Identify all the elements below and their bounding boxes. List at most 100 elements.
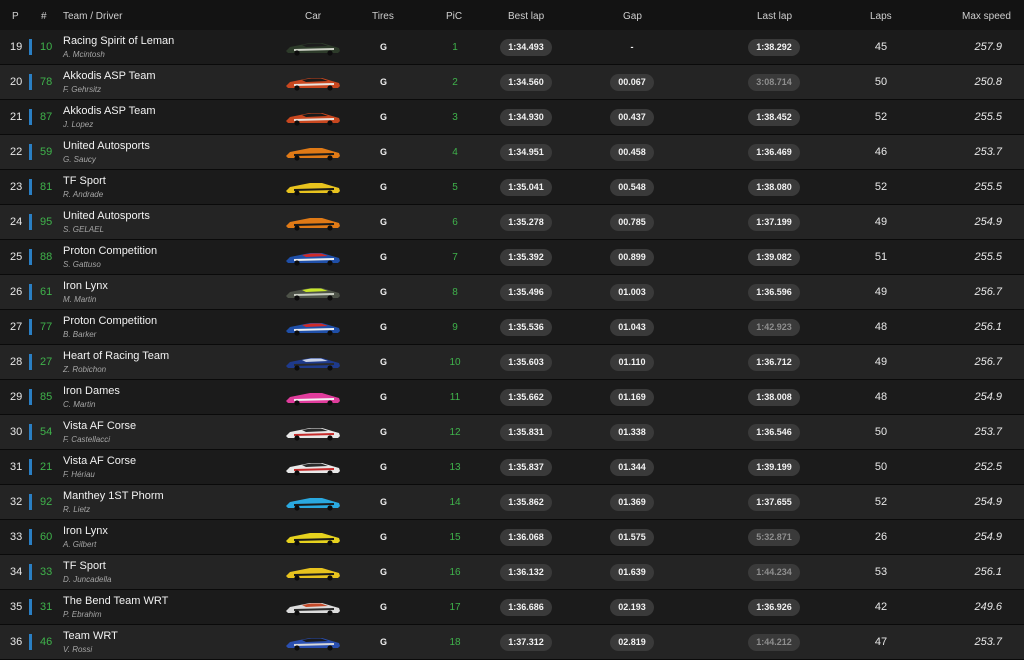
team-name[interactable]: United Autosports (63, 210, 150, 222)
driver-name[interactable]: J. Lopez (63, 120, 93, 129)
team-name[interactable]: The Bend Team WRT (63, 595, 168, 607)
max-speed: 256.7 (974, 356, 1002, 368)
team-name[interactable]: Akkodis ASP Team (63, 105, 156, 117)
driver-name[interactable]: S. GELAEL (63, 225, 104, 234)
header-laps[interactable]: Laps (870, 11, 892, 22)
table-row[interactable]: 26 61 Iron Lynx M. Martin G 8 1:35.496 01.003 1:… (0, 275, 1024, 310)
table-row[interactable]: 32 92 Manthey 1ST Phorm R. Lietz G 14 1:35.862… (0, 485, 1024, 520)
last-lap: 1:39.082 (748, 249, 800, 266)
team-name[interactable]: United Autosports (63, 140, 150, 152)
tire-compound: G (380, 392, 388, 402)
driver-name[interactable]: A. Gilbert (63, 540, 96, 549)
last-lap: 1:38.008 (748, 389, 800, 406)
table-row[interactable]: 24 95 United Autosports S. GELAEL G 6 1:35.278… (0, 205, 1024, 240)
header-team-driver[interactable]: Team / Driver (63, 11, 122, 22)
header-position[interactable]: P (12, 11, 19, 22)
table-row[interactable]: 36 46 Team WRT V. Rossi G 18 1:37.312 02.819 1:4… (0, 625, 1024, 660)
table-row[interactable]: 31 21 Vista AF Corse F. Hériau G 13 1:35.837 01… (0, 450, 1024, 485)
team-name[interactable]: Vista AF Corse (63, 455, 136, 467)
team-name[interactable]: Iron Lynx (63, 280, 108, 292)
team-name[interactable]: Heart of Racing Team (63, 350, 169, 362)
header-car[interactable]: Car (305, 11, 321, 22)
team-name[interactable]: Iron Dames (63, 385, 120, 397)
team-name[interactable]: Iron Lynx (63, 525, 108, 537)
header-last-lap[interactable]: Last lap (757, 11, 792, 22)
header-number[interactable]: # (41, 11, 47, 22)
driver-name[interactable]: C. Martin (63, 400, 95, 409)
driver-name[interactable]: R. Andrade (63, 190, 103, 199)
table-row[interactable]: 28 27 Heart of Racing Team Z. Robichon G 10 1:… (0, 345, 1024, 380)
team-name[interactable]: Racing Spirit of Leman (63, 35, 174, 47)
table-row[interactable]: 20 78 Akkodis ASP Team F. Gehrsitz G 2 1:34.56… (0, 65, 1024, 100)
team-name[interactable]: Proton Competition (63, 245, 157, 257)
tire-compound: G (380, 252, 388, 262)
header-gap[interactable]: Gap (623, 11, 642, 22)
position-in-class: 4 (452, 147, 458, 158)
driver-name[interactable]: R. Lietz (63, 505, 90, 514)
class-indicator (29, 634, 32, 650)
team-name[interactable]: Akkodis ASP Team (63, 70, 156, 82)
position: 21 (10, 111, 23, 123)
driver-name[interactable]: F. Gehrsitz (63, 85, 101, 94)
table-row[interactable]: 21 87 Akkodis ASP Team J. Lopez G 3 1:34.930 00… (0, 100, 1024, 135)
driver-name[interactable]: Z. Robichon (63, 365, 106, 374)
header-best-lap[interactable]: Best lap (508, 11, 544, 22)
position: 27 (10, 321, 23, 333)
position: 20 (10, 76, 23, 88)
driver-name[interactable]: F. Hériau (63, 470, 95, 479)
driver-name[interactable]: D. Juncadella (63, 575, 111, 584)
table-row[interactable]: 23 81 TF Sport R. Andrade G 5 1:35.041 00.548 1:… (0, 170, 1024, 205)
table-row[interactable]: 29 85 Iron Dames C. Martin G 11 1:35.662 01.169… (0, 380, 1024, 415)
best-lap: 1:35.536 (500, 319, 552, 336)
laps: 51 (874, 251, 888, 263)
max-speed: 256.1 (974, 321, 1002, 333)
laps: 50 (874, 461, 888, 473)
best-lap: 1:35.496 (500, 284, 552, 301)
driver-name[interactable]: V. Rossi (63, 645, 92, 654)
table-row[interactable]: 35 31 The Bend Team WRT P. Ebrahim G 17 1:36.6… (0, 590, 1024, 625)
car-number: 81 (40, 181, 53, 193)
header-tires[interactable]: Tires (372, 11, 394, 22)
team-name[interactable]: Proton Competition (63, 315, 157, 327)
driver-name[interactable]: F. Castellacci (63, 435, 110, 444)
table-row[interactable]: 34 33 TF Sport D. Juncadella G 16 1:36.132 01.6… (0, 555, 1024, 590)
table-row[interactable]: 30 54 Vista AF Corse F. Castellacci G 12 1:35.… (0, 415, 1024, 450)
gap: - (630, 42, 634, 52)
gap: 01.639 (610, 564, 654, 581)
table-row[interactable]: 27 77 Proton Competition B. Barker G 9 1:35.53… (0, 310, 1024, 345)
tire-compound: G (380, 42, 388, 52)
max-speed: 253.7 (974, 426, 1002, 438)
team-name[interactable]: Manthey 1ST Phorm (63, 490, 164, 502)
driver-name[interactable]: P. Ebrahim (63, 610, 102, 619)
table-row[interactable]: 25 88 Proton Competition S. Gattuso G 7 1:35.3… (0, 240, 1024, 275)
driver-name[interactable]: M. Martin (63, 295, 96, 304)
table-row[interactable]: 19 10 Racing Spirit of Leman A. Mcintosh G 1 1… (0, 30, 1024, 65)
max-speed: 256.1 (974, 566, 1002, 578)
team-name[interactable]: TF Sport (63, 175, 106, 187)
header-pic[interactable]: PiC (446, 11, 462, 22)
car-number: 27 (40, 356, 53, 368)
gap: 01.575 (610, 529, 654, 546)
gap: 00.899 (610, 249, 654, 266)
max-speed: 255.5 (974, 111, 1002, 123)
team-name[interactable]: Team WRT (63, 630, 118, 642)
last-lap: 5:32.871 (748, 529, 800, 546)
driver-name[interactable]: G. Saucy (63, 155, 96, 164)
team-name[interactable]: TF Sport (63, 560, 106, 572)
position: 35 (10, 601, 23, 613)
driver-name[interactable]: A. Mcintosh (63, 50, 105, 59)
header-max-speed[interactable]: Max speed (962, 11, 1011, 22)
best-lap: 1:35.041 (500, 179, 552, 196)
best-lap: 1:36.132 (500, 564, 552, 581)
driver-name[interactable]: S. Gattuso (63, 260, 101, 269)
gap: 00.437 (610, 109, 654, 126)
last-lap: 1:36.926 (748, 599, 800, 616)
table-row[interactable]: 22 59 United Autosports G. Saucy G 4 1:34.951 0… (0, 135, 1024, 170)
position: 32 (10, 496, 23, 508)
driver-name[interactable]: B. Barker (63, 330, 96, 339)
table-row[interactable]: 33 60 Iron Lynx A. Gilbert G 15 1:36.068 01.575… (0, 520, 1024, 555)
best-lap: 1:34.951 (500, 144, 552, 161)
position: 19 (10, 41, 23, 53)
position: 25 (10, 251, 23, 263)
team-name[interactable]: Vista AF Corse (63, 420, 136, 432)
